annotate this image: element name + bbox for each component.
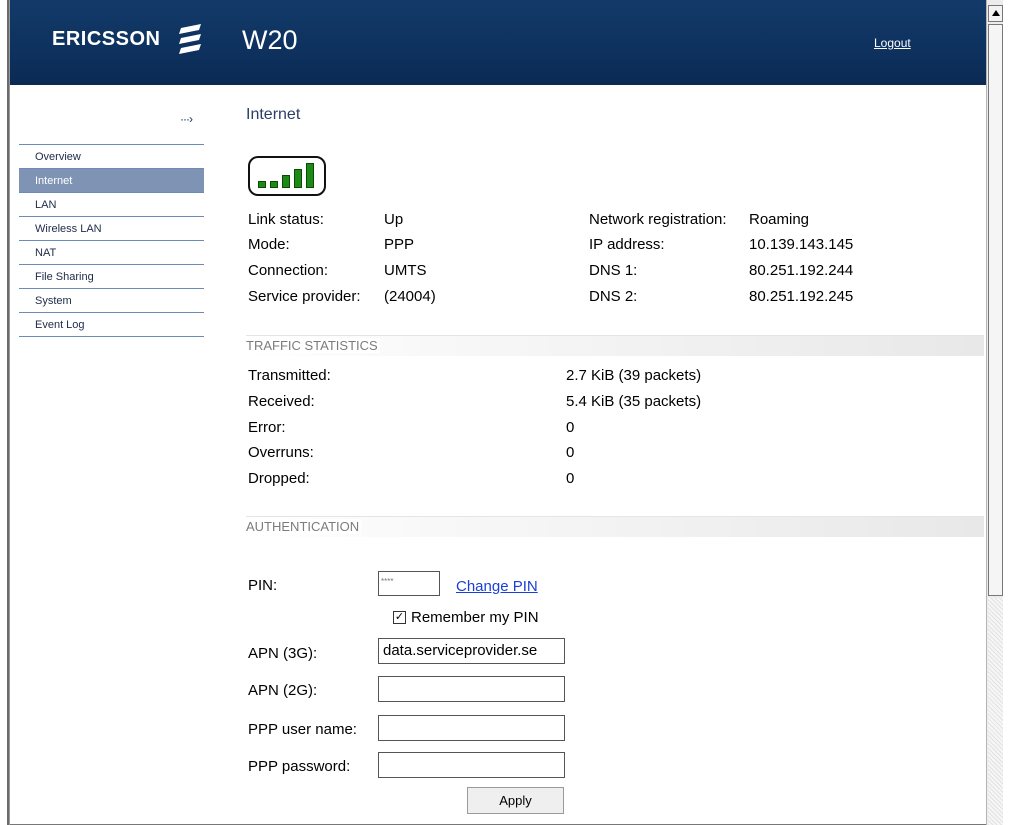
nav-arrow-icon: ···› [180, 112, 193, 126]
authentication-title: AUTHENTICATION [246, 519, 362, 534]
connection-label: Connection: [248, 262, 329, 279]
sidebar-item-file-sharing[interactable]: File Sharing [19, 265, 204, 289]
window-right-edge [1003, 0, 1019, 825]
signal-bar [270, 181, 278, 188]
scrollbar-track[interactable] [988, 598, 1003, 825]
ppp-user-name-label: PPP user name: [248, 721, 357, 738]
ppp-password-input[interactable] [378, 752, 565, 778]
signal-bar [306, 163, 314, 188]
service-provider-label: Service provider: [248, 288, 361, 305]
pin-input[interactable]: **** [378, 571, 440, 596]
overruns-label: Overruns: [248, 444, 314, 461]
sidebar-item-lan[interactable]: LAN [19, 193, 204, 217]
ericsson-logo-text: ERICSSON [52, 28, 161, 50]
ppp-password-label: PPP password: [248, 758, 351, 775]
authentication-heading: AUTHENTICATION [246, 516, 984, 537]
remember-pin-checkbox[interactable]: ✓ [393, 611, 406, 624]
error-value: 0 [566, 419, 575, 436]
mode-value: PPP [384, 236, 415, 253]
signal-bar [258, 181, 266, 188]
sidebar-item-event-log[interactable]: Event Log [19, 313, 204, 337]
sidebar-item-system[interactable]: System [19, 289, 204, 313]
header-banner: ERICSSON W20 Logout [10, 0, 986, 85]
transmitted-value: 2.7 KiB (39 packets) [566, 367, 702, 384]
sidebar-item-wireless-lan[interactable]: Wireless LAN [19, 217, 204, 241]
received-label: Received: [248, 393, 315, 410]
arrow-up-icon [992, 10, 1000, 16]
ppp-user-name-input[interactable] [378, 715, 565, 741]
error-label: Error: [248, 419, 286, 436]
apn-3g-label: APN (3G): [248, 645, 318, 662]
logout-link[interactable]: Logout [874, 36, 911, 50]
change-pin-link[interactable]: Change PIN [456, 578, 538, 595]
scroll-up-button[interactable] [988, 5, 1003, 22]
apn-2g-input[interactable] [378, 676, 565, 702]
link-status-value: Up [384, 211, 404, 228]
service-provider-value: (24004) [384, 288, 436, 305]
apn-2g-label: APN (2G): [248, 682, 318, 699]
ericsson-logo-icon [179, 24, 201, 54]
transmitted-label: Transmitted: [248, 367, 331, 384]
window-left-frame [7, 0, 9, 825]
dns1-label: DNS 1: [589, 262, 638, 279]
network-registration-label: Network registration: [589, 211, 727, 228]
pin-label: PIN: [248, 577, 278, 594]
sidebar-item-nat[interactable]: NAT [19, 241, 204, 265]
traffic-statistics-title: TRAFFIC STATISTICS [246, 338, 380, 353]
dropped-label: Dropped: [248, 470, 310, 487]
sidebar-nav: Overview Internet LAN Wireless LAN NAT F… [19, 144, 204, 337]
signal-strength-icon [248, 156, 326, 196]
signal-bar [294, 169, 302, 188]
page-title: Internet [246, 106, 301, 123]
product-name: W20 [242, 25, 298, 55]
remember-pin-label: Remember my PIN [411, 609, 539, 626]
sidebar-item-internet[interactable]: Internet [19, 169, 204, 193]
mode-label: Mode: [248, 236, 290, 253]
sidebar-item-overview[interactable]: Overview [19, 144, 204, 169]
apply-button[interactable]: Apply [467, 787, 564, 814]
ip-address-value: 10.139.143.145 [749, 236, 854, 253]
dns2-value: 80.251.192.245 [749, 288, 854, 305]
dns1-value: 80.251.192.244 [749, 262, 854, 279]
connection-value: UMTS [384, 262, 427, 279]
dropped-value: 0 [566, 470, 575, 487]
traffic-statistics-heading: TRAFFIC STATISTICS [246, 335, 984, 356]
signal-bar [282, 175, 290, 188]
link-status-label: Link status: [248, 211, 324, 228]
network-registration-value: Roaming [749, 211, 810, 228]
dns2-label: DNS 2: [589, 288, 638, 305]
ip-address-label: IP address: [589, 236, 665, 253]
overruns-value: 0 [566, 444, 575, 461]
apn-3g-input[interactable]: data.serviceprovider.se [378, 638, 565, 664]
scrollbar-thumb[interactable] [988, 24, 1003, 596]
received-value: 5.4 KiB (35 packets) [566, 393, 702, 410]
